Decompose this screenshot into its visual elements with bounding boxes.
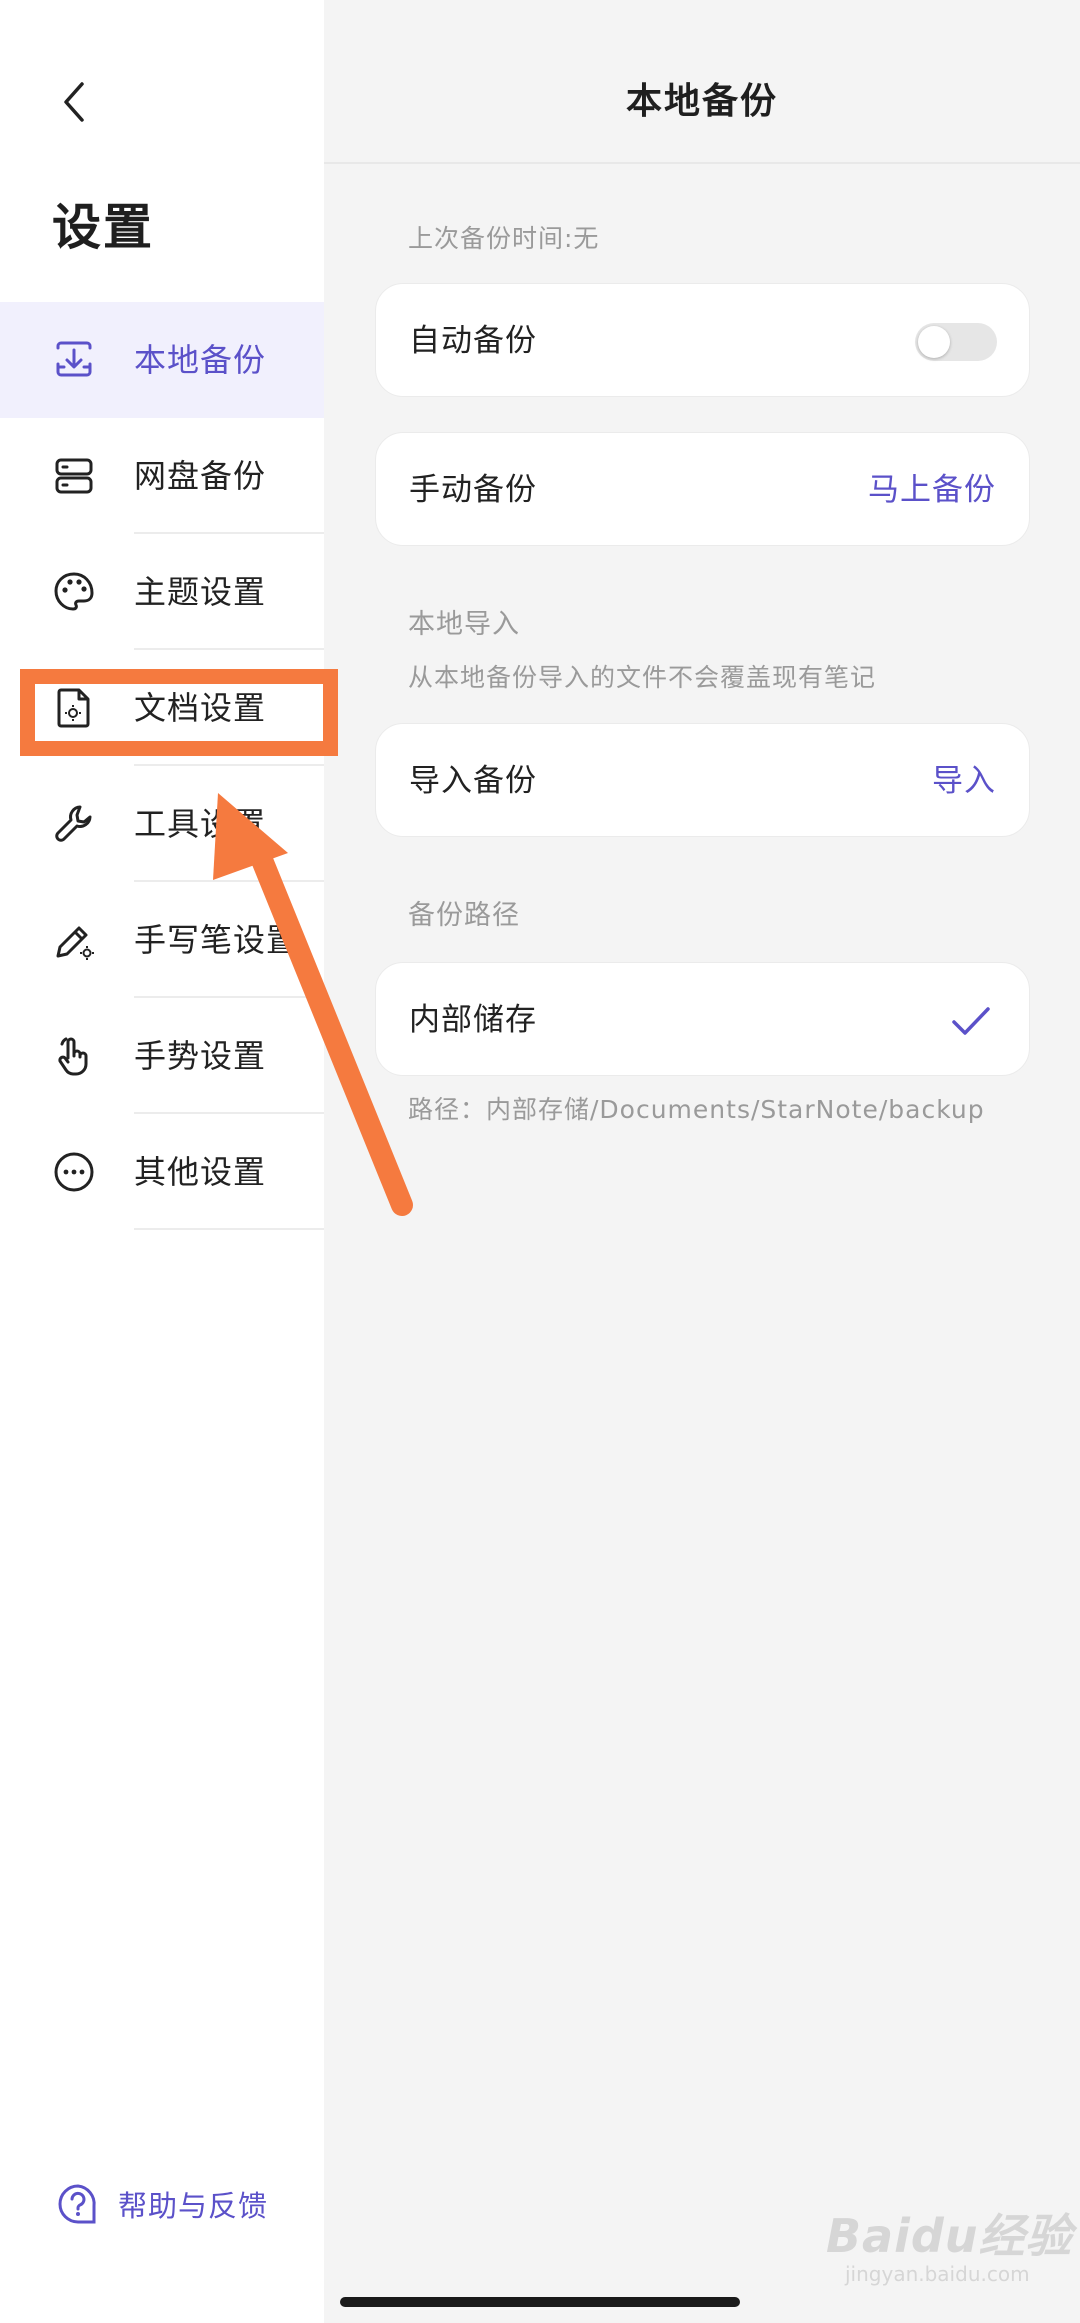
local-import-note: 从本地备份导入的文件不会覆盖现有笔记 xyxy=(408,663,877,692)
pen-gear-icon xyxy=(52,918,96,962)
auto-backup-toggle[interactable] xyxy=(915,323,997,361)
wrench-icon xyxy=(52,802,96,846)
import-button[interactable]: 导入 xyxy=(932,724,996,838)
sidebar-title: 设置 xyxy=(52,199,155,256)
hand-gesture-icon xyxy=(52,1034,96,1078)
local-import-title: 本地导入 xyxy=(408,609,520,640)
import-backup-label: 导入备份 xyxy=(409,763,537,799)
sidebar-item-label: 手写笔设置 xyxy=(134,921,300,959)
help-icon xyxy=(58,2184,96,2224)
back-button[interactable] xyxy=(52,72,96,132)
sidebar-item-label: 网盘备份 xyxy=(134,457,267,495)
settings-nav: 本地备份 网盘备份 主题设置 文档设置 工具设置 手写笔设置 手势设置 其他设置 xyxy=(0,302,324,1230)
sidebar-item-label: 文档设置 xyxy=(134,689,267,727)
home-indicator[interactable] xyxy=(340,2297,740,2307)
auto-backup-label: 自动备份 xyxy=(409,323,537,359)
sidebar-item-label: 其他设置 xyxy=(134,1153,267,1191)
sidebar-item-label: 本地备份 xyxy=(134,341,267,379)
sidebar-item-other[interactable]: 其他设置 xyxy=(0,1114,324,1230)
toggle-knob xyxy=(918,326,950,358)
page-header: 本地备份 xyxy=(324,0,1080,164)
sidebar-item-theme[interactable]: 主题设置 xyxy=(0,534,324,650)
sidebar-item-local-backup[interactable]: 本地备份 xyxy=(0,302,324,418)
help-feedback-link[interactable]: 帮助与反馈 xyxy=(56,2182,268,2226)
backup-now-button[interactable]: 马上备份 xyxy=(868,433,996,547)
backup-path-title: 备份路径 xyxy=(408,900,520,931)
divider xyxy=(134,1228,324,1230)
palette-icon xyxy=(52,570,96,614)
sidebar-item-label: 手势设置 xyxy=(134,1037,267,1075)
download-tray-icon xyxy=(52,338,96,382)
internal-storage-label: 内部储存 xyxy=(409,1002,537,1038)
last-backup-time: 上次备份时间:无 xyxy=(408,224,600,253)
sidebar-item-label: 主题设置 xyxy=(134,573,267,611)
sidebar-item-gesture[interactable]: 手势设置 xyxy=(0,998,324,1114)
sidebar-item-document[interactable]: 文档设置 xyxy=(0,650,324,766)
sidebar-item-cloud-backup[interactable]: 网盘备份 xyxy=(0,418,324,534)
sidebar-item-stylus[interactable]: 手写笔设置 xyxy=(0,882,324,998)
settings-sidebar: 设置 本地备份 网盘备份 主题设置 文档设置 工具设置 手写笔设置 手势设置 其… xyxy=(0,0,324,2323)
chevron-left-icon xyxy=(64,82,84,122)
checkmark-icon xyxy=(952,1007,990,1035)
import-backup-card: 导入备份 导入 xyxy=(375,723,1030,837)
manual-backup-card: 手动备份 马上备份 xyxy=(375,432,1030,546)
sidebar-item-label: 工具设置 xyxy=(134,805,267,843)
more-dots-icon xyxy=(52,1150,96,1194)
help-feedback-label: 帮助与反馈 xyxy=(118,2189,269,2223)
page-title: 本地备份 xyxy=(625,81,778,122)
internal-storage-option[interactable]: 内部储存 xyxy=(375,962,1030,1076)
watermark-url: jingyan.baidu.com xyxy=(845,2262,1030,2286)
backup-path-text: 路径：内部存储/Documents/StarNote/backup xyxy=(408,1095,985,1124)
watermark-logo: Baidu经验 xyxy=(826,2209,1073,2263)
manual-backup-label: 手动备份 xyxy=(409,472,537,508)
document-gear-icon xyxy=(52,686,96,730)
auto-backup-card: 自动备份 xyxy=(375,283,1030,397)
sidebar-item-tools[interactable]: 工具设置 xyxy=(0,766,324,882)
server-storage-icon xyxy=(52,454,96,498)
